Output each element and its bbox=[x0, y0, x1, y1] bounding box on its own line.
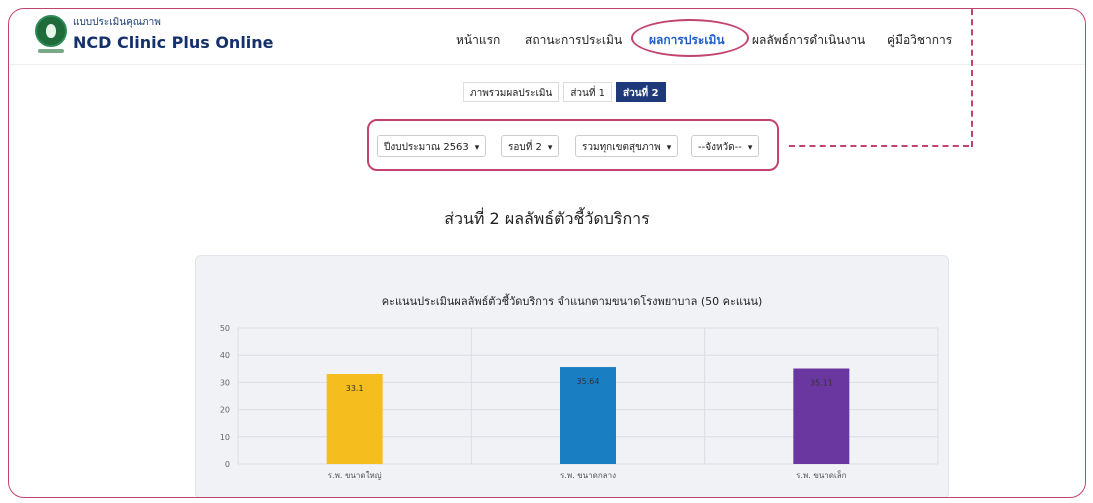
bar-value-label: 35.64 bbox=[577, 377, 600, 386]
fiscal-year-select[interactable]: ปีงบประมาณ 2563 ▾ bbox=[377, 135, 487, 157]
chart-card: คะแนนประเมินผลลัพธ์ตัวชี้วัดบริการ จำแนก… bbox=[195, 255, 949, 497]
y-tick-label: 40 bbox=[220, 351, 230, 360]
callout-dash-horizontal bbox=[789, 145, 969, 147]
y-tick-label: 20 bbox=[220, 406, 230, 415]
bar-value-label: 33.1 bbox=[346, 384, 364, 393]
fiscal-year-value: ปีงบประมาณ 2563 bbox=[384, 142, 469, 153]
filter-highlight-box: ปีงบประมาณ 2563 ▾ รอบที่ 2 ▾ รวมทุกเขตสุขภ… bbox=[367, 119, 779, 171]
nav-assessment-status[interactable]: สถานะการประเมิน bbox=[525, 31, 622, 50]
page-title: ส่วนที่ 2 ผลลัพธ์ตัวชี้วัดบริการ bbox=[444, 209, 650, 228]
page-frame: แบบประเมินคุณภาพ NCD Clinic Plus Online … bbox=[8, 8, 1086, 498]
bar-value-label: 35.11 bbox=[810, 379, 833, 388]
y-tick-label: 10 bbox=[220, 433, 230, 442]
tab-overview[interactable]: ภาพรวมผลประเมิน bbox=[463, 82, 560, 102]
round-select[interactable]: รอบที่ 2 ▾ bbox=[501, 135, 560, 157]
chevron-down-icon: ▾ bbox=[547, 143, 553, 153]
callout-dash-vertical bbox=[971, 9, 973, 147]
y-tick-label: 50 bbox=[220, 324, 230, 333]
site-header: แบบประเมินคุณภาพ NCD Clinic Plus Online … bbox=[9, 9, 1085, 65]
chevron-down-icon: ▾ bbox=[474, 143, 480, 153]
nav-operational-results[interactable]: ผลลัพธ์การดำเนินงาน bbox=[752, 31, 865, 50]
x-tick-label: ร.พ. ขนาดเล็ก bbox=[796, 470, 846, 480]
nav-highlight-circle bbox=[631, 19, 749, 57]
health-region-select[interactable]: รวมทุกเขตสุขภาพ ▾ bbox=[575, 135, 679, 157]
y-tick-label: 0 bbox=[225, 460, 230, 469]
health-region-value: รวมทุกเขตสุขภาพ bbox=[582, 142, 661, 153]
bar-chart: 50 40 30 20 10 0 33.1 ร.พ. ขนาดใหญ่ 35.64 ร.พ. ขน… bbox=[220, 324, 939, 480]
round-value: รอบที่ 2 bbox=[508, 142, 542, 153]
province-value: --จังหวัด-- bbox=[698, 142, 742, 153]
y-tick-label: 30 bbox=[220, 378, 230, 387]
x-tick-label: ร.พ. ขนาดกลาง bbox=[560, 471, 616, 480]
tab-part-2[interactable]: ส่วนที่ 2 bbox=[616, 82, 666, 102]
chevron-down-icon: ▾ bbox=[666, 143, 672, 153]
brand-subtitle: แบบประเมินคุณภาพ bbox=[73, 17, 161, 28]
province-select[interactable]: --จังหวัด-- ▾ bbox=[691, 135, 760, 157]
nav-home[interactable]: หน้าแรก bbox=[456, 31, 500, 50]
nav-academic-manual[interactable]: คู่มือวิชาการ bbox=[887, 31, 952, 50]
x-tick-label: ร.พ. ขนาดใหญ่ bbox=[328, 471, 382, 480]
tab-part-1[interactable]: ส่วนที่ 1 bbox=[563, 82, 612, 102]
chevron-down-icon: ▾ bbox=[747, 143, 753, 153]
result-tabs: ภาพรวมผลประเมิน ส่วนที่ 1 ส่วนที่ 2 bbox=[463, 82, 666, 102]
main-nav: หน้าแรก สถานะการประเมิน ผลการประเมิน ผลล… bbox=[9, 31, 1085, 51]
